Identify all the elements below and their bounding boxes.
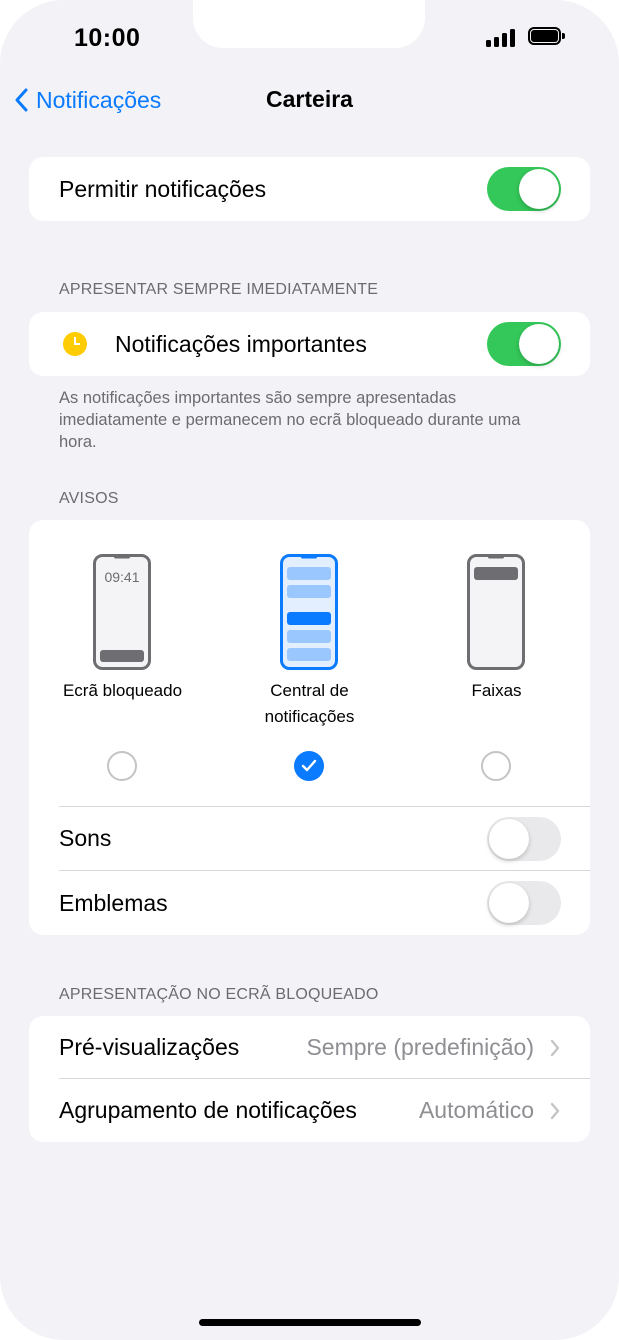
chevron-right-icon bbox=[550, 1039, 560, 1056]
alerts-header: AVISOS bbox=[59, 490, 119, 507]
radio-banners[interactable] bbox=[481, 751, 511, 781]
lock-screen-card: Pré-visualizações Sempre (predefinição) … bbox=[29, 1016, 590, 1142]
previews-label: Pré-visualizações bbox=[59, 1034, 240, 1060]
grouping-value: Automático bbox=[418, 1097, 534, 1123]
checkmark-icon bbox=[301, 759, 317, 772]
radio-notification-center[interactable] bbox=[294, 751, 324, 781]
page-title: Carteira bbox=[266, 86, 353, 112]
allow-label: Permitir notificações bbox=[59, 175, 267, 202]
grouping-row[interactable]: Agrupamento de notificações Automático bbox=[29, 1079, 590, 1142]
badges-row: Emblemas bbox=[29, 871, 590, 935]
banners-phone-icon bbox=[467, 554, 525, 670]
status-time: 10:00 bbox=[74, 24, 141, 52]
sounds-toggle[interactable] bbox=[487, 816, 561, 861]
important-toggle[interactable] bbox=[487, 322, 561, 366]
clock-icon bbox=[63, 332, 87, 356]
lock-screen-phone-icon: 09:41 bbox=[93, 554, 151, 670]
allow-card: Permitir notificações bbox=[29, 157, 590, 221]
notch bbox=[193, 0, 425, 48]
style-label-banners: Faixas bbox=[471, 681, 522, 700]
badges-toggle[interactable] bbox=[487, 881, 561, 925]
badges-label: Emblemas bbox=[59, 889, 168, 916]
battery-icon bbox=[528, 27, 566, 47]
sounds-row: Sons bbox=[29, 807, 590, 870]
allow-row: Permitir notificações bbox=[29, 157, 590, 221]
previews-row[interactable]: Pré-visualizações Sempre (predefinição) bbox=[29, 1016, 590, 1079]
home-indicator[interactable] bbox=[199, 1319, 421, 1326]
lock-screen-clock: 09:41 bbox=[104, 569, 139, 585]
important-label: Notificações importantes bbox=[115, 330, 367, 357]
alerts-card: 09:41 Ecrã bloqueado Central de notificaç… bbox=[29, 520, 590, 935]
signal-icon bbox=[486, 29, 520, 47]
notification-center-phone-icon bbox=[280, 554, 338, 670]
style-label-center: Central de notificações bbox=[264, 681, 355, 726]
chevron-right-icon bbox=[550, 1102, 560, 1119]
radio-lock-screen[interactable] bbox=[107, 751, 137, 781]
grouping-label: Agrupamento de notificações bbox=[59, 1097, 357, 1123]
previews-value: Sempre (predefinição) bbox=[306, 1034, 534, 1060]
immediate-card: Notificações importantes bbox=[29, 312, 590, 376]
screen: 10:00 Notificações Carteira Permitir not… bbox=[0, 0, 619, 1340]
lock-screen-header: APRESENTAÇÃO NO ECRÃ BLOQUEADO bbox=[59, 986, 379, 1003]
sounds-label: Sons bbox=[59, 825, 112, 851]
important-row: Notificações importantes bbox=[29, 312, 590, 376]
immediate-header: APRESENTAR SEMPRE IMEDIATAMENTE bbox=[59, 281, 379, 298]
allow-toggle[interactable] bbox=[487, 167, 561, 211]
immediate-footer: As notificações importantes são sempre a… bbox=[59, 389, 521, 451]
style-label-lock: Ecrã bloqueado bbox=[62, 681, 183, 700]
